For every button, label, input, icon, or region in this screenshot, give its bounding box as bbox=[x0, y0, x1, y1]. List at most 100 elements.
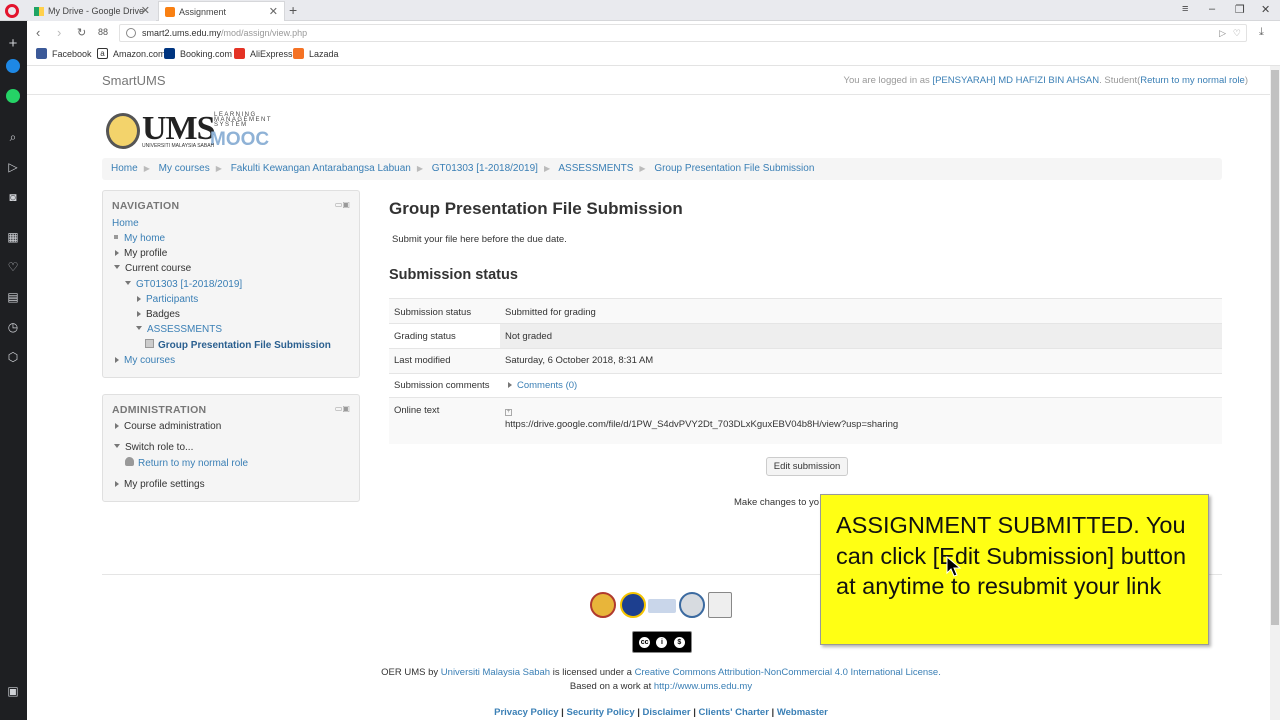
block-controls-icon[interactable]: ▭▣ bbox=[335, 200, 350, 209]
breadcrumb-separator-icon: ▶ bbox=[143, 164, 150, 173]
breadcrumb-course[interactable]: GT01303 [1-2018/2019] bbox=[432, 163, 538, 174]
clients-charter-link[interactable]: Clients' Charter bbox=[699, 707, 769, 718]
nav-home[interactable]: Home bbox=[112, 218, 139, 229]
history-icon[interactable]: ◷ bbox=[6, 320, 20, 334]
add-panel-icon[interactable]: + bbox=[6, 36, 20, 51]
privacy-policy-link[interactable]: Privacy Policy bbox=[494, 707, 558, 718]
nav-my-home[interactable]: My home bbox=[114, 233, 165, 244]
expand-arrow-icon[interactable] bbox=[115, 481, 119, 487]
webmaster-link[interactable]: Webmaster bbox=[777, 707, 828, 718]
tab-google-drive[interactable]: My Drive - Google Drive ✕ bbox=[28, 1, 156, 21]
scrollbar-thumb[interactable] bbox=[1271, 70, 1279, 625]
site-brand[interactable]: SmartUMS bbox=[102, 73, 166, 88]
extensions-icon[interactable]: ⬡ bbox=[6, 350, 20, 364]
ums-seal-icon bbox=[106, 113, 140, 149]
partner-seal-icon bbox=[679, 592, 705, 618]
collapse-arrow-icon[interactable] bbox=[136, 326, 142, 330]
whatsapp-icon[interactable] bbox=[6, 89, 20, 103]
url-input[interactable]: smart2.ums.edu.my/mod/assign/view.php ▷ … bbox=[119, 24, 1247, 42]
table-row: Grading status Not graded bbox=[389, 323, 1222, 349]
return-role-link[interactable]: Return to my normal role bbox=[1140, 75, 1245, 86]
expand-arrow-icon[interactable] bbox=[508, 382, 512, 388]
heart-icon[interactable]: ♡ bbox=[1233, 25, 1241, 41]
messenger-icon[interactable] bbox=[6, 59, 20, 73]
nav-my-courses[interactable]: My courses bbox=[115, 355, 175, 366]
page-scrollbar[interactable] bbox=[1270, 66, 1280, 720]
nav-current-course[interactable]: Current course bbox=[114, 263, 191, 274]
security-policy-link[interactable]: Security Policy bbox=[566, 707, 634, 718]
close-tab-icon[interactable]: ✕ bbox=[269, 5, 278, 18]
ums-website-link[interactable]: http://www.ums.edu.my bbox=[654, 681, 752, 692]
block-controls-icon[interactable]: ▭▣ bbox=[335, 404, 350, 413]
edit-submission-button[interactable]: Edit submission bbox=[766, 457, 848, 476]
admin-return-role[interactable]: Return to my normal role bbox=[125, 457, 248, 469]
new-tab-icon[interactable]: + bbox=[289, 2, 297, 18]
expand-arrow-icon[interactable] bbox=[115, 250, 119, 256]
bookmark-booking[interactable]: Booking.com bbox=[164, 48, 232, 59]
cc-license-badge-icon[interactable]: cc i $ bbox=[632, 631, 692, 653]
ums-link[interactable]: Universiti Malaysia Sabah bbox=[441, 667, 550, 678]
site-navbar: SmartUMS You are logged in as [PENSYARAH… bbox=[27, 66, 1270, 95]
address-bar-row: ‹ › ↻ 88 smart2.ums.edu.my/mod/assign/vi… bbox=[27, 22, 1280, 44]
cc-license-link[interactable]: Creative Commons Attribution-NonCommerci… bbox=[635, 667, 941, 678]
reload-icon[interactable]: ↻ bbox=[77, 26, 86, 39]
speed-dial-icon[interactable]: 88 bbox=[98, 27, 108, 37]
disclaimer-link[interactable]: Disclaimer bbox=[643, 707, 691, 718]
bookmark-amazon[interactable]: a Amazon.com bbox=[97, 48, 166, 59]
nav-my-profile[interactable]: My profile bbox=[115, 248, 167, 259]
online-text-cell: + https://drive.google.com/file/d/1PW_S4d… bbox=[500, 397, 1222, 444]
bookmark-aliexpress[interactable]: AliExpress bbox=[234, 48, 293, 59]
expand-arrow-icon[interactable] bbox=[115, 423, 119, 429]
admin-profile-settings[interactable]: My profile settings bbox=[115, 479, 205, 490]
comments-cell: Comments (0) bbox=[500, 373, 1222, 398]
ums-mooc-logo[interactable]: UMS LEARNING MANAGEMENT SYSTEM MOOC UNIV… bbox=[104, 110, 270, 152]
camera-icon[interactable]: ◙ bbox=[6, 190, 20, 204]
breadcrumb-my-courses[interactable]: My courses bbox=[159, 163, 210, 174]
expand-text-icon[interactable]: + bbox=[505, 409, 512, 416]
window-close-icon[interactable]: ✕ bbox=[1261, 3, 1270, 16]
breadcrumb-home[interactable]: Home bbox=[111, 163, 138, 174]
url-path: /mod/assign/view.php bbox=[221, 28, 308, 38]
send-icon[interactable]: ▷ bbox=[1219, 25, 1226, 41]
breadcrumb-assessments[interactable]: ASSESSMENTS bbox=[558, 163, 633, 174]
bookmark-facebook[interactable]: Facebook bbox=[36, 48, 92, 59]
close-tab-icon[interactable]: ✕ bbox=[141, 4, 150, 17]
breadcrumb-separator-icon: ▶ bbox=[639, 164, 646, 173]
nav-course[interactable]: GT01303 [1-2018/2019] bbox=[125, 279, 242, 290]
nc-icon: $ bbox=[672, 635, 686, 649]
administration-block: ADMINISTRATION ▭▣ Course administration … bbox=[102, 394, 360, 502]
search-icon[interactable]: ⌕ bbox=[6, 130, 20, 144]
admin-course-administration[interactable]: Course administration bbox=[115, 421, 221, 432]
restore-icon[interactable]: ❐ bbox=[1235, 3, 1245, 16]
user-link[interactable]: [PENSYARAH] MD HAFIZI BIN AHSAN bbox=[932, 75, 1099, 86]
comments-link[interactable]: Comments (0) bbox=[517, 380, 577, 391]
expand-arrow-icon[interactable] bbox=[137, 311, 141, 317]
collapse-arrow-icon[interactable] bbox=[114, 265, 120, 269]
heart-icon[interactable]: ♡ bbox=[6, 260, 20, 274]
breadcrumb-faculty[interactable]: Fakulti Kewangan Antarabangsa Labuan bbox=[231, 163, 411, 174]
opera-logo-icon[interactable] bbox=[5, 4, 19, 18]
expand-arrow-icon[interactable] bbox=[115, 357, 119, 363]
breadcrumb-current[interactable]: Group Presentation File Submission bbox=[654, 163, 814, 174]
tab-assignment[interactable]: Assignment ✕ bbox=[158, 1, 285, 21]
site-info-icon[interactable] bbox=[126, 28, 136, 38]
speed-dial-icon[interactable]: ▦ bbox=[6, 230, 20, 244]
nav-current-assignment[interactable]: Group Presentation File Submission bbox=[145, 339, 331, 351]
tab-menu-icon[interactable]: ≡ bbox=[1182, 3, 1188, 15]
back-icon[interactable]: ‹ bbox=[36, 25, 40, 40]
news-icon[interactable]: ▤ bbox=[6, 290, 20, 304]
collapse-arrow-icon[interactable] bbox=[114, 444, 120, 448]
collapse-arrow-icon[interactable] bbox=[125, 281, 131, 285]
nav-assessments[interactable]: ASSESSMENTS bbox=[136, 324, 222, 335]
expand-arrow-icon[interactable] bbox=[137, 296, 141, 302]
send-icon[interactable]: ▷ bbox=[6, 160, 20, 174]
minimize-icon[interactable]: – bbox=[1209, 3, 1215, 15]
nav-participants[interactable]: Participants bbox=[137, 294, 198, 305]
forward-icon[interactable]: › bbox=[57, 25, 61, 40]
download-icon[interactable]: ⤓ bbox=[1259, 26, 1264, 39]
admin-switch-role[interactable]: Switch role to... bbox=[114, 442, 193, 453]
page-title: Group Presentation File Submission bbox=[389, 199, 683, 218]
nav-badges[interactable]: Badges bbox=[137, 309, 180, 320]
bullet-icon bbox=[114, 235, 118, 239]
bookmark-lazada[interactable]: Lazada bbox=[293, 48, 339, 59]
